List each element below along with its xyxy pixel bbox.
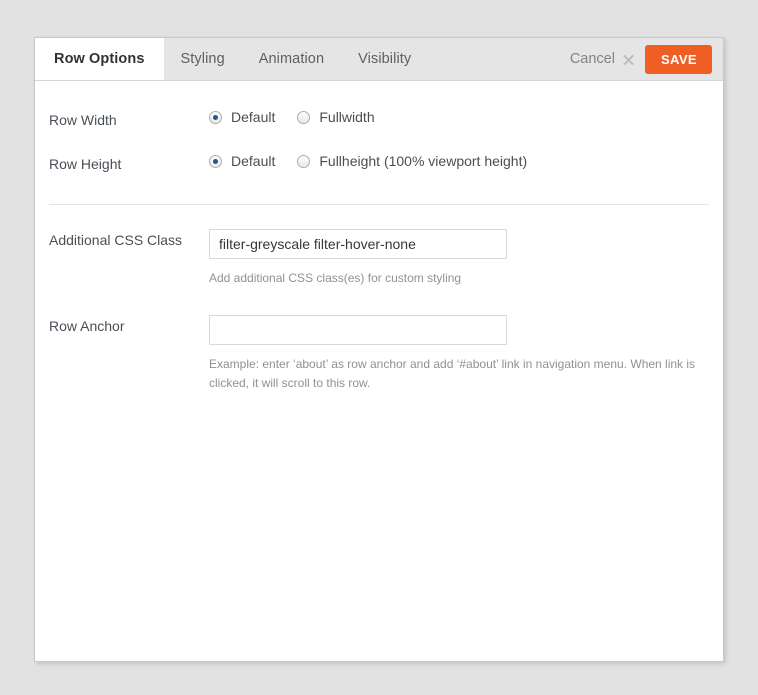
row-width-option-default-label: Default	[231, 109, 276, 125]
row-height-label: Row Height	[49, 156, 122, 173]
close-x-icon[interactable]	[622, 53, 635, 66]
radio-icon-checked[interactable]	[209, 110, 222, 124]
field-row-anchor: Row Anchor Example: enter ‘about’ as row…	[35, 314, 723, 394]
field-row-height: Row Height Default Fullheight (100% view…	[35, 153, 723, 173]
cancel-button[interactable]: Cancel	[564, 47, 645, 71]
radio-icon-checked[interactable]	[209, 154, 222, 168]
field-row-width: Row Width Default Fullwidth	[35, 109, 723, 129]
css-class-control: Add additional CSS class(es) for custom …	[209, 229, 709, 288]
radio-icon-unchecked[interactable]	[297, 154, 311, 168]
css-class-input[interactable]	[209, 229, 507, 260]
tab-visibility-label: Visibility	[358, 51, 412, 67]
section-divider	[49, 204, 709, 206]
row-width-radio-group: Default Fullwidth	[209, 109, 709, 125]
css-class-help: Add additional CSS class(es) for custom …	[209, 271, 462, 286]
tab-row-options[interactable]: Row Options	[35, 38, 164, 80]
dialog-tabbar: Row Options Styling Animation Visibility…	[35, 38, 723, 81]
row-height-radio-group: Default Fullheight (100% viewport height…	[209, 153, 709, 169]
row-height-option-default-label: Default	[231, 153, 276, 170]
dialog-content: Row Width Default Fullwidth Row Height D…	[35, 109, 723, 661]
tab-styling-label: Styling	[180, 51, 225, 67]
row-anchor-help: Example: enter ‘about’ as row anchor and…	[209, 356, 696, 391]
row-settings-dialog: Row Options Styling Animation Visibility…	[34, 37, 724, 662]
row-anchor-input[interactable]	[209, 314, 507, 345]
row-width-label: Row Width	[49, 112, 117, 128]
row-width-option-fullwidth[interactable]: Fullwidth	[297, 109, 375, 125]
row-height-option-fullheight-label: Fullheight (100% viewport height)	[319, 153, 528, 170]
tab-row-options-label: Row Options	[54, 51, 145, 67]
save-button[interactable]: SAVE	[644, 44, 712, 74]
css-class-label: Additional CSS Class	[49, 232, 183, 249]
radio-icon-unchecked[interactable]	[297, 110, 311, 124]
cancel-button-label: Cancel	[569, 51, 615, 67]
row-width-option-fullwidth-label: Fullwidth	[319, 109, 375, 125]
row-height-option-fullheight[interactable]: Fullheight (100% viewport height)	[297, 153, 527, 169]
tab-list: Row Options Styling Animation Visibility	[35, 38, 429, 80]
tab-animation[interactable]: Animation	[241, 38, 342, 80]
dialog-actions: Cancel SAVE	[564, 38, 723, 80]
row-anchor-control: Example: enter ‘about’ as row anchor and…	[209, 314, 709, 394]
row-width-option-default[interactable]: Default	[209, 109, 275, 125]
tab-visibility[interactable]: Visibility	[341, 38, 429, 80]
tab-animation-label: Animation	[258, 51, 325, 67]
field-css-class: Additional CSS Class Add additional CSS …	[35, 229, 723, 288]
row-height-control: Default Fullheight (100% viewport height…	[209, 153, 709, 169]
row-anchor-label: Row Anchor	[49, 317, 125, 334]
tab-styling[interactable]: Styling	[163, 38, 242, 80]
row-height-option-default[interactable]: Default	[209, 153, 275, 169]
row-width-control: Default Fullwidth	[209, 109, 709, 125]
